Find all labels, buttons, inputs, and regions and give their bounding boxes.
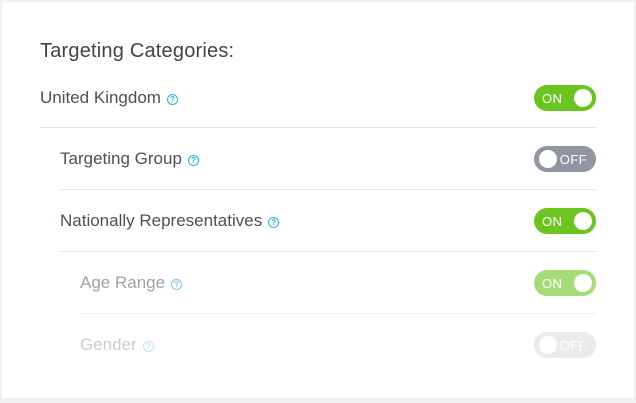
row-age-range: Age Range ?	[80, 252, 183, 314]
help-icon[interactable]: ?	[187, 154, 199, 166]
targeting-categories-panel: Targeting Categories: United Kingdom ? O…	[2, 2, 634, 398]
age-range-toggle[interactable]: ON	[534, 270, 596, 296]
panel-heading: Targeting Categories:	[40, 40, 235, 62]
nationally-representatives-toggle[interactable]: ON	[534, 208, 596, 234]
help-icon[interactable]: ?	[166, 93, 178, 105]
toggle-knob	[574, 274, 592, 292]
row-nationally-representatives: Nationally Representatives ?	[60, 190, 280, 252]
toggle-knob	[539, 150, 557, 168]
row-targeting-group: Targeting Group ?	[60, 128, 199, 190]
toggle-state-label: ON	[542, 275, 563, 291]
row-label: Gender	[80, 335, 137, 354]
row-label: United Kingdom	[40, 88, 161, 107]
toggle-state-label: ON	[542, 90, 563, 106]
row-label: Targeting Group	[60, 149, 182, 168]
toggle-state-label: ON	[542, 213, 563, 229]
row-label: Age Range	[80, 273, 166, 292]
targeting-group-toggle[interactable]: OFF	[534, 146, 596, 172]
toggle-knob	[539, 336, 557, 354]
toggle-state-label: OFF	[559, 151, 587, 167]
help-icon[interactable]: ?	[268, 216, 280, 228]
united-kingdom-toggle[interactable]: ON	[534, 85, 596, 111]
toggle-knob	[574, 212, 592, 230]
scroll-fade-overlay	[2, 354, 634, 398]
row-label: Nationally Representatives	[60, 211, 263, 230]
help-icon[interactable]: ?	[171, 278, 183, 290]
row-united-kingdom: United Kingdom ?	[40, 67, 178, 129]
divider	[80, 313, 596, 314]
toggle-state-label: OFF	[559, 337, 587, 353]
help-icon[interactable]: ?	[142, 340, 154, 352]
toggle-knob	[574, 89, 592, 107]
